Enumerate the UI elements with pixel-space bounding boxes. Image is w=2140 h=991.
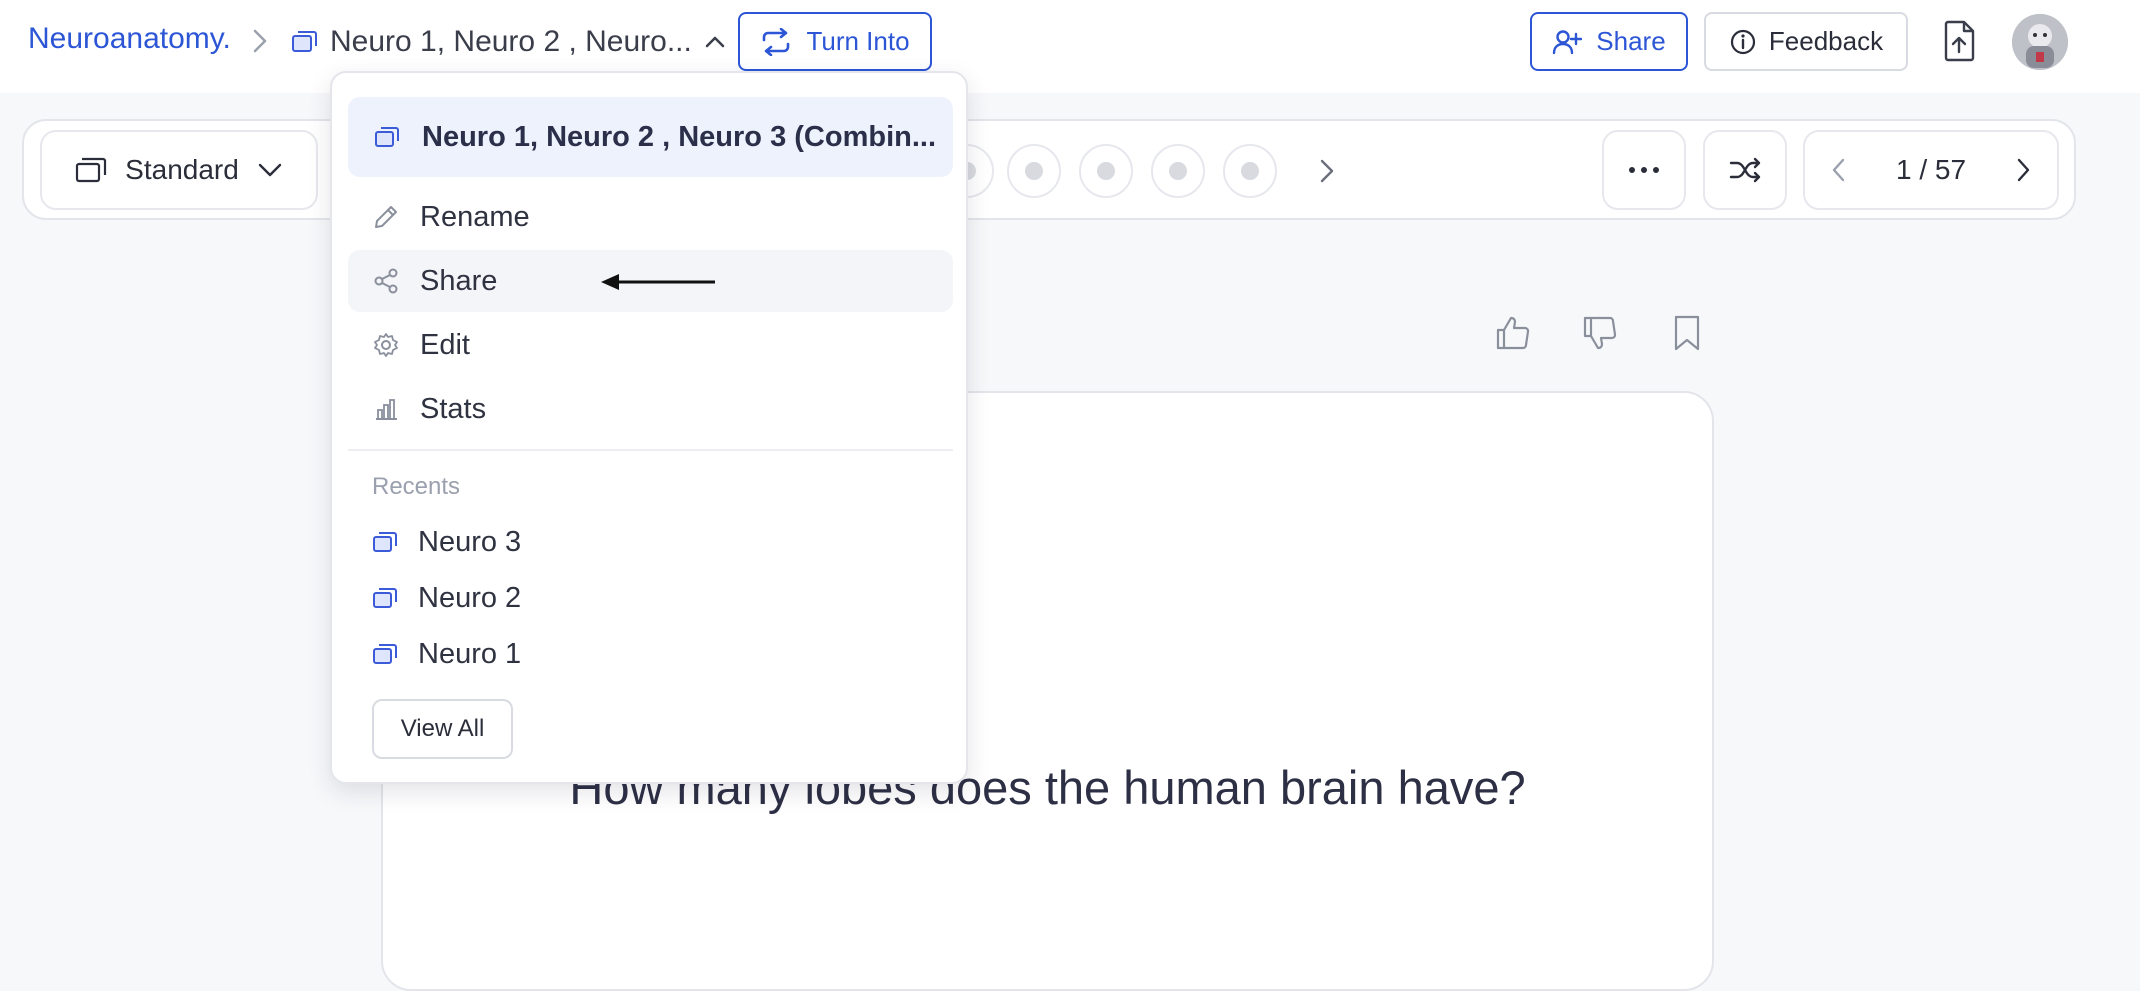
deck-icon (372, 642, 398, 666)
file-upload-icon[interactable] (1942, 20, 1976, 62)
recent-deck-label: Neuro 1 (418, 637, 522, 670)
progress-dot[interactable] (1151, 144, 1205, 198)
recent-deck-item[interactable]: Neuro 1 (348, 623, 953, 685)
chevron-right-icon (250, 28, 270, 54)
shuffle-button[interactable] (1703, 130, 1787, 210)
deck-icon (374, 125, 400, 149)
feedback-label: Feedback (1768, 26, 1884, 56)
menu-item-stats[interactable]: Stats (348, 378, 953, 440)
recent-deck-label: Neuro 3 (418, 525, 522, 558)
deck-dropdown-menu: Neuro 1, Neuro 2 , Neuro 3 (Combin... Re… (330, 71, 968, 784)
current-deck-title: Neuro 1, Neuro 2 , Neuro 3 (Combin... (422, 120, 937, 153)
pencil-icon (372, 203, 400, 231)
deck-title: Neuro 1, Neuro 2 , Neuro... (330, 25, 692, 58)
chevron-down-icon (257, 162, 283, 178)
progress-dot[interactable] (1007, 144, 1061, 198)
chevron-right-icon[interactable] (2015, 157, 2031, 183)
shuffle-icon (1729, 156, 1761, 184)
deck-icon (372, 530, 398, 554)
chevron-left-icon[interactable] (1831, 157, 1847, 183)
add-user-icon (1552, 28, 1583, 56)
share-icon (372, 267, 400, 295)
gear-icon (372, 331, 400, 359)
turn-into-label: Turn Into (806, 26, 910, 56)
ellipsis-icon (1628, 166, 1660, 174)
pagination-control: 1 / 57 (1803, 130, 2059, 210)
deck-icon (290, 29, 318, 55)
mode-label: Standard (125, 154, 239, 185)
menu-item-edit[interactable]: Edit (348, 314, 953, 376)
thumbs-down-icon[interactable] (1581, 314, 1619, 352)
deck-icon (372, 586, 398, 610)
progress-dot[interactable] (1223, 144, 1277, 198)
page-indicator: 1 / 57 (1895, 154, 1967, 185)
progress-dot[interactable] (1079, 144, 1133, 198)
menu-item-label: Edit (420, 328, 470, 361)
current-deck-item[interactable]: Neuro 1, Neuro 2 , Neuro 3 (Combin... (348, 97, 953, 177)
recents-heading: Recents (372, 473, 461, 500)
deck-stack-icon (75, 156, 107, 184)
chevron-up-icon (704, 34, 726, 50)
annotation-arrow (599, 271, 717, 293)
recent-deck-item[interactable]: Neuro 3 (348, 511, 953, 573)
avatar[interactable] (2012, 14, 2068, 70)
info-icon (1729, 28, 1757, 56)
recent-deck-label: Neuro 2 (418, 581, 522, 614)
deck-title-dropdown[interactable]: Neuro 1, Neuro 2 , Neuro... (290, 20, 726, 64)
feedback-button[interactable]: Feedback (1704, 12, 1908, 71)
bar-chart-icon (372, 395, 400, 423)
menu-item-rename[interactable]: Rename (348, 186, 953, 248)
mode-selector[interactable]: Standard (40, 130, 318, 210)
view-all-button[interactable]: View All (372, 699, 513, 759)
top-bar: Neuroanatomy. Neuro 1, Neuro 2 , Neuro..… (0, 0, 2140, 93)
turn-into-button[interactable]: Turn Into (738, 12, 932, 71)
menu-divider (348, 449, 953, 451)
menu-item-label: Share (420, 264, 498, 297)
more-options-button[interactable] (1602, 130, 1686, 210)
bookmark-icon[interactable] (1672, 314, 1702, 352)
share-button[interactable]: Share (1530, 12, 1688, 71)
recent-deck-item[interactable]: Neuro 2 (348, 567, 953, 629)
breadcrumb-root-link[interactable]: Neuroanatomy. (28, 22, 231, 56)
repeat-icon (760, 27, 792, 56)
menu-item-label: Stats (420, 392, 487, 425)
menu-item-label: Rename (420, 200, 530, 233)
thumbs-up-icon[interactable] (1494, 314, 1532, 352)
share-label: Share (1596, 26, 1666, 56)
chevron-right-icon[interactable] (1318, 157, 1336, 185)
